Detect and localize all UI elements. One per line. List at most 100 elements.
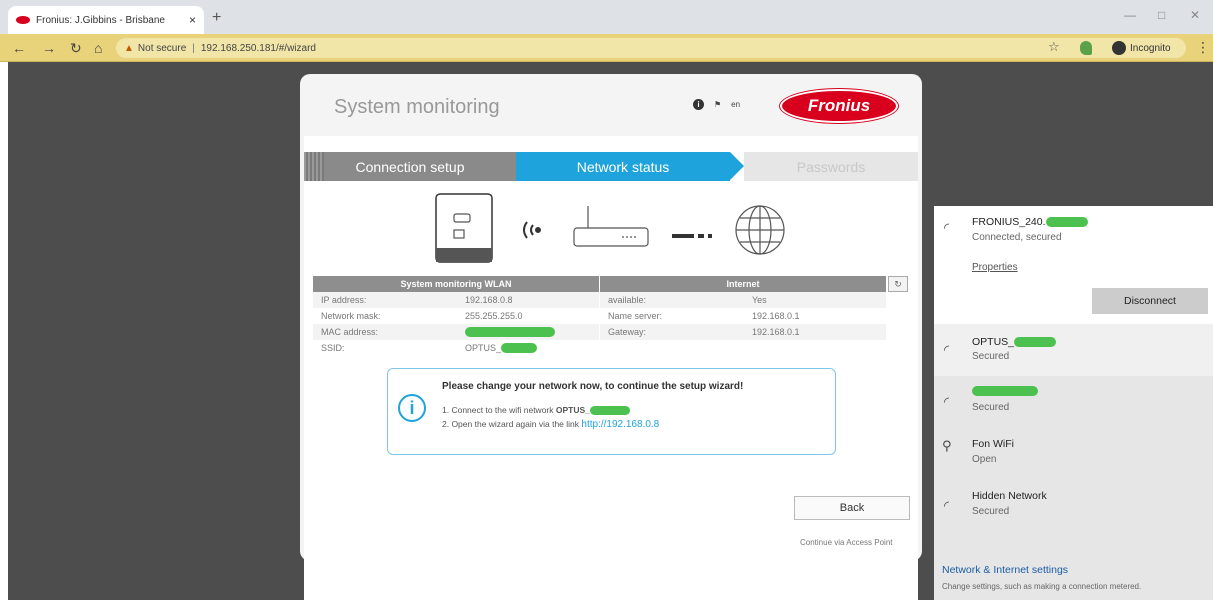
table-row: SSID: OPTUS_ <box>313 340 599 356</box>
network-item[interactable]: ◜ OPTUS_ Secured <box>934 324 1213 376</box>
url-field[interactable]: ▲ Not secure | 192.168.250.181/#/wizard <box>116 38 1138 58</box>
notice-step-1-text: 1. Connect to the wifi network <box>442 405 556 415</box>
refresh-icon[interactable]: ↻ <box>888 276 908 292</box>
header-icons: i ⚑ en <box>693 99 740 110</box>
step-label: Connection setup <box>355 158 465 175</box>
notice-network-name: OPTUS_ <box>555 405 590 415</box>
row-value: OPTUS_ <box>465 343 502 353</box>
address-bar: ← → ↻ ⌂ ▲ Not secure | 192.168.250.181/#… <box>0 34 1213 62</box>
security-label: Not secure <box>137 42 187 54</box>
redacted-network-name <box>1014 337 1057 348</box>
url-text: 192.168.250.181/#/wizard <box>200 42 316 54</box>
globe-icon <box>735 205 785 255</box>
network-item[interactable]: ⚲ Fon WiFi Open <box>934 430 1213 478</box>
reload-icon[interactable]: ↻ <box>70 40 82 57</box>
close-window-icon[interactable]: ✕ <box>1190 8 1200 22</box>
row-key: Name server: <box>608 311 663 321</box>
network-status: Secured <box>972 402 1010 413</box>
disconnect-button[interactable]: Disconnect <box>1092 288 1208 314</box>
browser-menu-icon[interactable]: ⋮ <box>1196 39 1210 56</box>
wireless-signal-icon <box>523 221 541 239</box>
browser-tab-bar: Fronius: J.Gibbins - Brisbane × + — □ ✕ <box>0 0 1213 34</box>
network-diagram <box>435 193 785 263</box>
forward-arrow-icon[interactable]: → <box>42 40 56 56</box>
network-name-row: OPTUS_ <box>972 336 1057 348</box>
row-key: available: <box>608 295 647 305</box>
redacted-network-name <box>972 386 1038 396</box>
network-name: OPTUS_ <box>972 336 1015 348</box>
inverter-icon <box>435 193 493 263</box>
wizard-steps: Connection setup Network status Password… <box>304 152 918 181</box>
table-row <box>600 340 886 356</box>
network-status: Connected, secured <box>972 232 1062 243</box>
wifi-flyout: ◜ FRONIUS_240. Connected, secured Proper… <box>934 206 1213 600</box>
continue-via-access-point-link[interactable]: Continue via Access Point <box>800 538 893 547</box>
new-tab-button[interactable]: + <box>212 9 221 27</box>
incognito-badge[interactable]: Incognito <box>1108 38 1186 58</box>
info-circle-icon: i <box>398 394 426 422</box>
warning-icon: ▲ <box>124 42 134 54</box>
wifi-secured-icon: ◜ <box>944 220 950 235</box>
network-name: FRONIUS_240. <box>972 216 1046 228</box>
table-row: available: Yes <box>600 292 886 308</box>
notice-step-2-text: 2. Open the wizard again via the link <box>442 419 582 429</box>
row-key: Network mask: <box>321 311 381 321</box>
network-item[interactable]: ◜ Hidden Network Secured <box>934 482 1213 530</box>
back-button[interactable]: Back <box>794 496 910 520</box>
row-key: MAC address: <box>321 327 379 337</box>
redacted-ssid <box>501 343 538 353</box>
internet-table: Internet available: Yes Name server: 192.1… <box>600 276 886 356</box>
info-icon[interactable]: i <box>693 99 704 110</box>
change-network-notice: i Please change your network now, to con… <box>387 368 836 455</box>
notice-title: Please change your network now, to conti… <box>442 381 744 392</box>
wifi-open-shield-icon: ⚲ <box>942 438 952 453</box>
notice-step-2: 2. Open the wizard again via the link ht… <box>442 419 659 430</box>
minimize-icon[interactable]: — <box>1124 8 1136 22</box>
row-key: IP address: <box>321 295 367 305</box>
table-row: Name server: 192.168.0.1 <box>600 308 886 324</box>
row-value: 192.168.0.8 <box>465 295 513 305</box>
fronius-logo: Fronius <box>780 89 898 123</box>
network-internet-settings-link[interactable]: Network & Internet settings <box>942 564 1068 576</box>
dialog-title: System monitoring <box>334 96 500 118</box>
redacted-mac <box>465 327 555 337</box>
back-arrow-icon[interactable]: ← <box>12 40 26 56</box>
table-row: IP address: 192.168.0.8 <box>313 292 599 308</box>
bookmark-star-icon[interactable]: ☆ <box>1048 39 1060 55</box>
incognito-icon <box>1112 41 1126 55</box>
table-row: Gateway: 192.168.0.1 <box>600 324 886 340</box>
network-status: Open <box>972 454 997 465</box>
notice-step-1: 1. Connect to the wifi network OPTUS_ <box>442 405 630 416</box>
evernote-extension-icon[interactable] <box>1080 41 1092 55</box>
restore-icon[interactable]: □ <box>1158 8 1165 22</box>
home-icon[interactable]: ⌂ <box>94 40 102 56</box>
table-row: MAC address: <box>313 324 599 340</box>
wifi-secured-icon: ◜ <box>944 394 950 409</box>
browser-tab[interactable]: Fronius: J.Gibbins - Brisbane × <box>8 6 204 34</box>
tab-close-icon[interactable]: × <box>189 13 196 27</box>
network-item[interactable]: ◜ Secured <box>934 378 1213 426</box>
row-key: Gateway: <box>608 327 647 337</box>
step-network-status[interactable]: Network status <box>516 152 730 181</box>
network-name-row: FRONIUS_240. <box>972 216 1088 228</box>
step-connection-setup[interactable]: Connection setup <box>304 152 516 181</box>
row-value: 192.168.0.1 <box>752 327 800 337</box>
language-label[interactable]: en <box>731 100 740 109</box>
flag-icon[interactable]: ⚑ <box>714 100 721 109</box>
router-icon <box>573 206 649 247</box>
tab-title: Fronius: J.Gibbins - Brisbane <box>36 14 165 26</box>
network-status: Secured <box>972 351 1010 362</box>
wizard-link[interactable]: http://192.168.0.8 <box>581 419 659 430</box>
step-passwords: Passwords <box>744 152 918 181</box>
table-row: Network mask: 255.255.255.0 <box>313 308 599 324</box>
internet-table-header: Internet <box>600 276 886 292</box>
row-value: Yes <box>752 295 767 305</box>
properties-link[interactable]: Properties <box>972 262 1018 273</box>
incognito-label: Incognito <box>1130 42 1171 54</box>
step-arrow <box>730 152 744 180</box>
network-name: Hidden Network <box>972 490 1047 502</box>
step-bars-decoration <box>304 152 324 181</box>
row-value: 192.168.0.1 <box>752 311 800 321</box>
network-status: Secured <box>972 506 1010 517</box>
connected-network-item[interactable]: ◜ FRONIUS_240. Connected, secured Proper… <box>934 206 1213 324</box>
